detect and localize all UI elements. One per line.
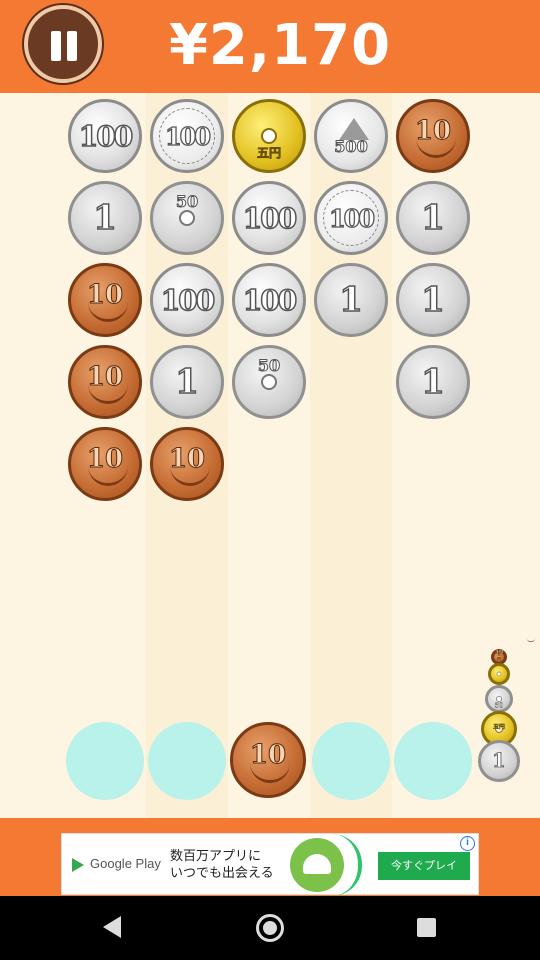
ad-text-line-2: いつでも出会える bbox=[170, 866, 274, 881]
coin-100: 100 bbox=[68, 99, 142, 173]
coin-value: 五円 bbox=[493, 723, 505, 731]
ad-text: 数百万アプリに いつでも出会える bbox=[170, 848, 274, 882]
coin-value: 50 bbox=[494, 701, 504, 710]
coin-value: 50 bbox=[175, 192, 199, 212]
queue-coin-5: 1 bbox=[478, 740, 520, 782]
queue-coin-3: 50 bbox=[485, 685, 513, 713]
recent-apps-icon[interactable] bbox=[417, 918, 436, 937]
coin-500: 500 bbox=[314, 99, 388, 173]
coin-10: 10 bbox=[68, 427, 142, 501]
coin-value: 100 bbox=[242, 201, 298, 236]
coin-1: 1 bbox=[396, 181, 470, 255]
coin-value: 五円 bbox=[497, 651, 501, 661]
ad-banner[interactable]: Google Play 数百万アプリに いつでも出会える 今すぐプレイ i bbox=[61, 833, 479, 896]
coin-10: 10 bbox=[68, 345, 142, 419]
coin-value: 1 bbox=[420, 361, 445, 403]
coin-100o-old: 100 bbox=[150, 99, 224, 173]
wreath-icon bbox=[170, 466, 210, 486]
coin-100: 100 bbox=[150, 263, 224, 337]
coin-value: 100 bbox=[160, 283, 216, 318]
coin-1: 1 bbox=[314, 263, 388, 337]
coin-1: 1 bbox=[396, 345, 470, 419]
android-head bbox=[303, 854, 331, 874]
launcher-slot-2[interactable] bbox=[148, 722, 226, 800]
back-icon[interactable] bbox=[103, 916, 121, 938]
pause-icon-bar bbox=[67, 31, 77, 61]
coin-10: 10 bbox=[68, 263, 142, 337]
coin-1: 1 bbox=[68, 181, 142, 255]
ad-cta-button[interactable]: 今すぐプレイ bbox=[378, 852, 470, 880]
pause-button[interactable] bbox=[24, 5, 102, 83]
launcher-coin-10[interactable]: 10 bbox=[230, 722, 306, 798]
wreath-icon bbox=[416, 138, 456, 158]
launcher-slot-4[interactable] bbox=[312, 722, 390, 800]
coin-value: 1 bbox=[420, 279, 445, 321]
coin-50: 50 bbox=[150, 181, 224, 255]
coin-value: 1 bbox=[174, 361, 199, 403]
coin-value: 100 bbox=[242, 283, 298, 318]
coin-50: 50 bbox=[232, 345, 306, 419]
system-nav-bar bbox=[0, 896, 540, 960]
wreath-icon bbox=[88, 466, 128, 486]
coin-10: 10 bbox=[150, 427, 224, 501]
launcher-slot-1[interactable] bbox=[66, 722, 144, 800]
game-board: 100 1 10 10 10 100 50 100 1 10 五円 100 100 50 500 100 1 10… bbox=[0, 93, 540, 818]
coin-100: 100 bbox=[232, 263, 306, 337]
pause-icon bbox=[51, 31, 61, 61]
launcher-slot-5[interactable] bbox=[394, 722, 472, 800]
coin-value: 1 bbox=[492, 749, 506, 773]
coin-10: 10 bbox=[396, 99, 470, 173]
google-play-icon bbox=[72, 858, 84, 872]
wreath-icon bbox=[88, 302, 128, 322]
ad-info-icon[interactable]: i bbox=[460, 836, 475, 851]
coin-100o-old: 100 bbox=[314, 181, 388, 255]
coin-value: 1 bbox=[92, 197, 117, 239]
coin-value: 100 bbox=[78, 119, 134, 154]
coin-1: 1 bbox=[396, 263, 470, 337]
ad-store-label: Google Play bbox=[90, 856, 161, 871]
ad-text-line-1: 数百万アプリに bbox=[170, 849, 262, 864]
score-display: ¥2,170 bbox=[168, 13, 392, 78]
wreath-icon bbox=[250, 763, 290, 783]
wreath-icon bbox=[88, 384, 128, 404]
coin-value: 1 bbox=[420, 197, 445, 239]
coin-value: 1 bbox=[338, 279, 363, 321]
top-bar: ¥2,170 bbox=[0, 0, 540, 93]
queue-coin-2: 五円 bbox=[488, 651, 510, 685]
coin-1: 1 bbox=[150, 345, 224, 419]
coin-value: 50 bbox=[257, 356, 281, 376]
coin-value: 五円 bbox=[256, 146, 282, 161]
coin-5: 五円 bbox=[232, 99, 306, 173]
coin-100: 100 bbox=[232, 181, 306, 255]
home-icon[interactable] bbox=[256, 914, 284, 942]
